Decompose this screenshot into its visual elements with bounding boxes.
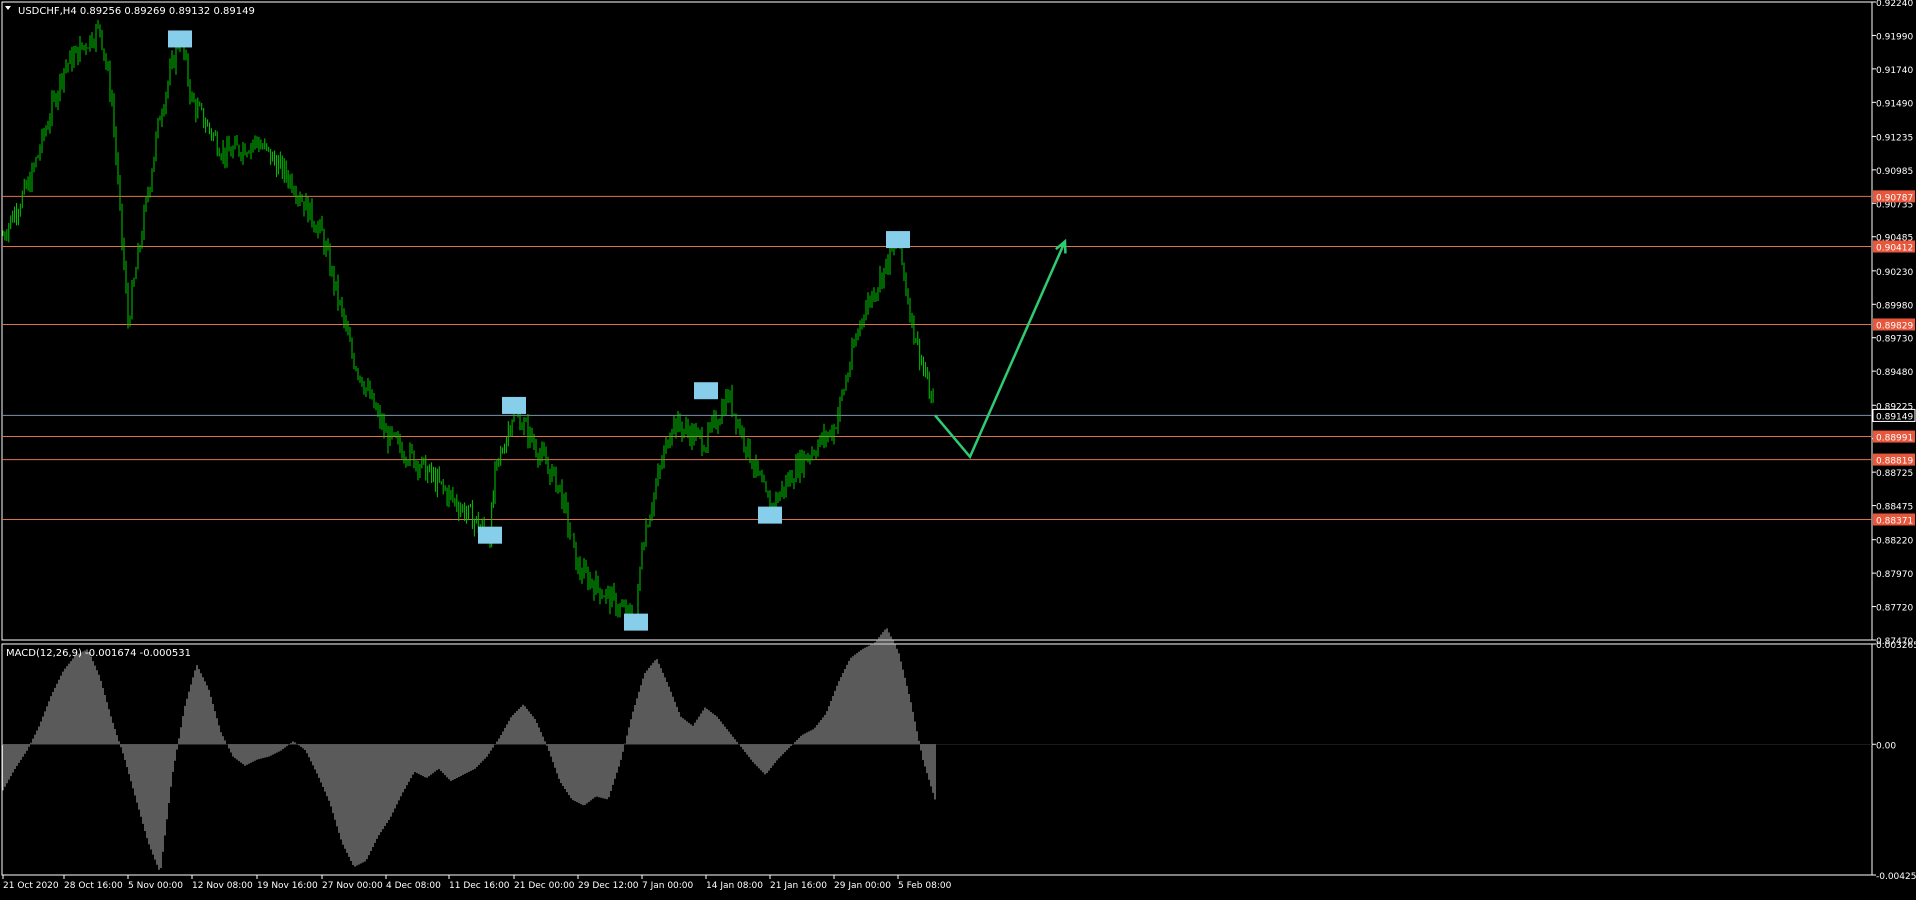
- collapse-arrow-icon[interactable]: [5, 6, 11, 10]
- level-price-label: 0.88991: [1876, 434, 1913, 444]
- price-tick-label: 0.90985: [1876, 167, 1913, 177]
- level-price-label: 0.89829: [1876, 321, 1913, 331]
- swing-marker[interactable]: [758, 506, 782, 524]
- time-tick-label: 29 Jan 00:00: [834, 881, 891, 891]
- price-tick-label: 0.87720: [1876, 604, 1913, 614]
- time-tick-label: 12 Nov 08:00: [192, 881, 253, 891]
- price-tick-label: 0.87970: [1876, 570, 1913, 580]
- price-tick-label: 0.92240: [1876, 0, 1913, 9]
- time-tick-label: 21 Oct 2020: [3, 881, 59, 891]
- time-tick-label: 11 Dec 16:00: [449, 881, 510, 891]
- time-tick-label: 19 Nov 16:00: [257, 881, 318, 891]
- swing-marker[interactable]: [624, 613, 648, 631]
- time-tick-label: 29 Dec 12:00: [578, 881, 639, 891]
- time-tick-label: 5 Nov 00:00: [128, 881, 183, 891]
- swing-marker[interactable]: [694, 382, 718, 400]
- swing-marker[interactable]: [478, 526, 502, 544]
- macd-tick-label: 0.00: [1876, 741, 1896, 751]
- price-tick-label: 0.89730: [1876, 335, 1913, 345]
- price-tick-label: 0.91235: [1876, 133, 1913, 143]
- chart-window: 0.92240 0.91990 0.91740 0.91490 0.91235 0.909…: [0, 0, 1916, 896]
- level-price-label: 0.88819: [1876, 457, 1913, 467]
- price-panel-header: USDCHF,H4 0.89256 0.89269 0.89132 0.8914…: [18, 6, 255, 17]
- price-tick-label: 0.88475: [1876, 503, 1913, 513]
- price-tick-label: 0.91740: [1876, 66, 1913, 76]
- swing-marker[interactable]: [502, 396, 526, 414]
- macd-tick-label: -0.004258: [1876, 872, 1916, 882]
- projection-path[interactable]: [934, 240, 1067, 460]
- time-tick-label: 14 Jan 08:00: [706, 881, 763, 891]
- time-tick-label: 4 Dec 08:00: [386, 881, 441, 891]
- time-tick-label: 5 Feb 08:00: [898, 881, 952, 891]
- level-price-label: 0.90787: [1876, 193, 1913, 203]
- price-tick-label: 0.89980: [1876, 301, 1913, 311]
- price-tick-label: 0.91490: [1876, 99, 1913, 109]
- swing-marker[interactable]: [886, 231, 910, 249]
- time-tick-label: 21 Dec 00:00: [514, 881, 575, 891]
- time-tick-label: 27 Nov 00:00: [322, 881, 383, 891]
- time-tick-label: 28 Oct 16:00: [64, 881, 123, 891]
- price-tick-label: 0.88220: [1876, 537, 1913, 547]
- time-tick-label: 7 Jan 00:00: [642, 881, 694, 891]
- level-price-label: 0.90412: [1876, 243, 1913, 253]
- chart-canvas: 0.92240 0.91990 0.91740 0.91490 0.91235 0.909…: [1, 0, 1916, 891]
- price-tick-label: 0.91990: [1876, 32, 1913, 42]
- price-tick-label: 0.89480: [1876, 368, 1913, 378]
- macd-panel-header: MACD(12,26,9) -0.001674 -0.000531: [6, 648, 191, 659]
- macd-tick-label: 0.003265: [1876, 641, 1916, 651]
- level-price-label: 0.88371: [1876, 516, 1913, 526]
- swing-marker[interactable]: [168, 30, 192, 48]
- price-tick-label: 0.88725: [1876, 469, 1913, 479]
- price-panel-frame: [1, 1, 1873, 641]
- price-tick-label: 0.90230: [1876, 268, 1913, 278]
- current-price-label: 0.89149: [1876, 412, 1913, 422]
- time-tick-label: 21 Jan 16:00: [770, 881, 827, 891]
- macd-panel-frame: [1, 643, 1873, 876]
